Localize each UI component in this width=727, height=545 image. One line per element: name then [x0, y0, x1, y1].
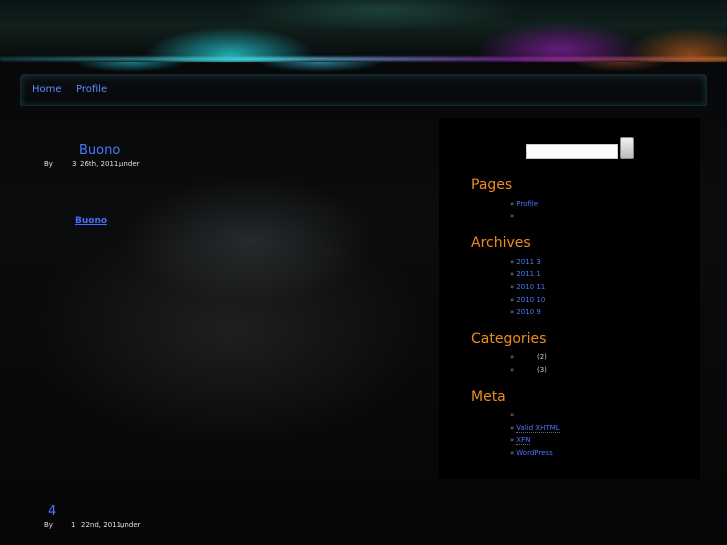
bullet: » [510, 258, 515, 266]
main-nav: Home Profile [20, 74, 707, 106]
post-meta-month: 3 [72, 160, 77, 168]
archive-link[interactable]: 2010 9 [516, 308, 541, 316]
meta-link[interactable]: XFN [516, 436, 531, 445]
bullet: » [510, 212, 515, 220]
meta-link[interactable]: WordPress [516, 449, 552, 457]
nav-home-link[interactable]: Home [32, 84, 62, 95]
meta-item[interactable]: » Valid XHTML [510, 424, 560, 433]
page-item[interactable]: » [510, 212, 516, 220]
bullet: » [510, 366, 515, 374]
post-meta-under: under [119, 160, 140, 168]
bullet: » [510, 449, 515, 457]
widget-title-categories: Categories [471, 331, 547, 347]
bullet: » [510, 296, 515, 304]
widget-title-pages: Pages [471, 177, 513, 193]
widget-title-meta: Meta [471, 389, 506, 405]
sidebar: Pages » Profile » Archives » 2011 3 » 2011 … [439, 118, 700, 479]
archive-item[interactable]: » 2011 1 [510, 270, 541, 278]
bullet: » [510, 424, 515, 432]
archive-link[interactable]: 2011 1 [516, 270, 541, 278]
post-meta-month: 1 [71, 521, 76, 529]
post-meta-under: under [120, 521, 141, 529]
meta-item[interactable]: » [510, 411, 516, 419]
archive-link[interactable]: 2010 10 [516, 296, 545, 304]
archive-item[interactable]: » 2011 3 [510, 258, 541, 266]
archive-item[interactable]: » 2010 10 [510, 296, 545, 304]
category-item[interactable]: » (3) [510, 366, 547, 374]
post-title[interactable]: Buono [79, 143, 120, 158]
search-button[interactable] [620, 137, 634, 159]
bullet: » [510, 353, 515, 361]
archive-item[interactable]: » 2010 11 [510, 283, 545, 291]
bullet: » [510, 308, 515, 316]
bullet: » [510, 283, 515, 291]
nav-profile-link[interactable]: Profile [76, 84, 107, 95]
meta-item[interactable]: » WordPress [510, 449, 553, 457]
page-link[interactable]: Profile [516, 200, 538, 208]
archive-item[interactable]: » 2010 9 [510, 308, 541, 316]
banner-glow-line [0, 57, 727, 61]
meta-item[interactable]: » XFN [510, 436, 531, 445]
post-meta-date: 22nd, 2011, [81, 521, 124, 529]
page-item[interactable]: » Profile [510, 200, 538, 208]
bullet: » [510, 436, 515, 444]
meta-link[interactable]: Valid XHTML [516, 424, 560, 433]
post-meta-by: By [44, 521, 53, 529]
widget-title-archives: Archives [471, 235, 531, 251]
bullet: » [510, 270, 515, 278]
category-count: (2) [537, 353, 547, 361]
category-item[interactable]: » (2) [510, 353, 547, 361]
category-count: (3) [537, 366, 547, 374]
post-more-link[interactable]: Buono [75, 216, 107, 226]
post-title[interactable]: 4 [48, 504, 56, 519]
post-meta-date: 26th, 2011, [80, 160, 121, 168]
header-banner [0, 0, 727, 62]
archive-link[interactable]: 2011 3 [516, 258, 541, 266]
bullet: » [510, 200, 515, 208]
search-input[interactable] [526, 144, 618, 159]
post-meta-by: By [44, 160, 53, 168]
archive-link[interactable]: 2010 11 [516, 283, 545, 291]
bullet: » [510, 411, 515, 419]
